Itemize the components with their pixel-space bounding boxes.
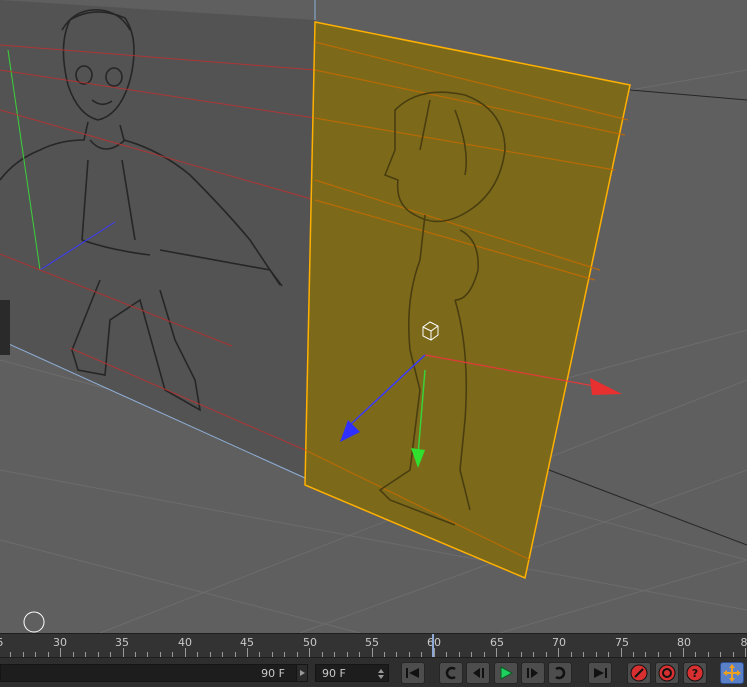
- tick-label: 8: [741, 636, 747, 649]
- record-key-icon: [630, 664, 648, 682]
- skip-end-icon: [592, 666, 608, 680]
- viewport-scene: [0, 0, 747, 633]
- step-forward-button[interactable]: [548, 662, 572, 684]
- playhead[interactable]: [432, 634, 434, 658]
- end-frame-value: 90 F: [322, 667, 346, 680]
- svg-text:?: ?: [692, 667, 698, 680]
- play-icon: [498, 666, 514, 680]
- tick-label: 75: [615, 636, 629, 649]
- help-key-icon: ?: [686, 664, 704, 682]
- tick-label: 80: [677, 636, 691, 649]
- previous-key-button[interactable]: [466, 662, 490, 684]
- next-key-icon: [525, 666, 541, 680]
- step-back-button[interactable]: [439, 662, 463, 684]
- key-help-button[interactable]: ?: [683, 662, 707, 684]
- cursor-circle-icon: [24, 612, 44, 632]
- stepper-icon[interactable]: [377, 668, 385, 680]
- loop-back-icon: [443, 666, 459, 680]
- autokey-icon: [658, 664, 676, 682]
- timeline-ruler[interactable]: 5 30 35 40 45 50 55 60 65 70 75 80 8: [0, 633, 747, 658]
- next-key-button[interactable]: [521, 662, 545, 684]
- loop-forward-icon: [552, 666, 568, 680]
- go-to-end-button[interactable]: [588, 662, 612, 684]
- 3d-viewport[interactable]: [0, 0, 747, 633]
- animation-toolbar: 90 F 90 F ?: [0, 657, 747, 686]
- end-frame-field[interactable]: 90 F: [315, 664, 389, 682]
- tick-label: 65: [490, 636, 504, 649]
- go-to-start-button[interactable]: [401, 662, 425, 684]
- prev-key-icon: [470, 666, 486, 680]
- skip-start-icon: [405, 666, 421, 680]
- play-button[interactable]: [494, 662, 518, 684]
- autokey-button[interactable]: [655, 662, 679, 684]
- tick-label: 5: [0, 636, 4, 649]
- front-reference-plane[interactable]: [0, 0, 315, 478]
- end-frame-display: 90 F: [261, 667, 285, 680]
- side-reference-plane[interactable]: [305, 22, 630, 578]
- slider-arrow-icon[interactable]: [296, 664, 308, 682]
- move-tool-button[interactable]: [720, 662, 744, 684]
- move-arrows-icon: [723, 664, 741, 682]
- plane-edge: [0, 300, 10, 355]
- end-frame-slider[interactable]: 90 F: [0, 664, 308, 682]
- record-button[interactable]: [627, 662, 651, 684]
